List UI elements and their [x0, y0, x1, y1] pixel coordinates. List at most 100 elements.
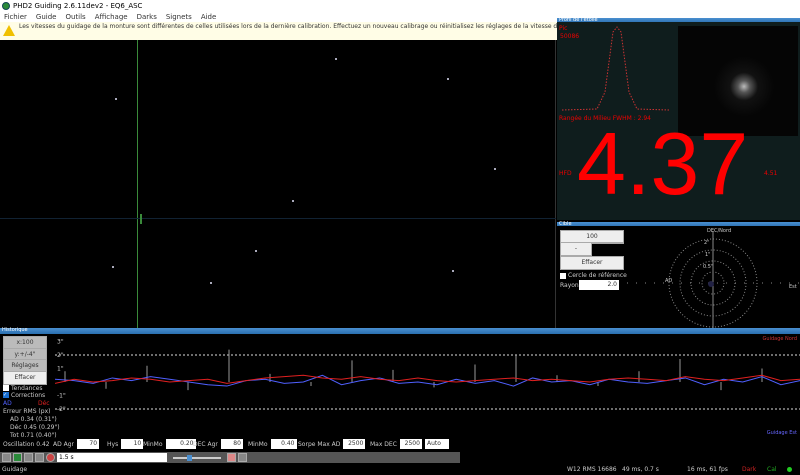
ra-minmo-control: MinMo 0.20 [143, 439, 196, 449]
axis-ra-label: AD [665, 278, 673, 284]
ctrl-label: DEC Agr [193, 440, 218, 448]
max-ra-control: Sorpe Max AD 2500 [298, 439, 366, 449]
star [115, 98, 117, 100]
loop-icon[interactable] [35, 453, 44, 462]
hfd-value: 4.37 [577, 114, 749, 213]
legend-ra: AD [3, 400, 12, 407]
scale-label: 2" [704, 240, 710, 246]
rms-dec: Déc 0.45 (0.29") [10, 424, 60, 431]
target-plot [627, 231, 800, 328]
warning-icon [3, 25, 15, 36]
star [494, 168, 496, 170]
guide-north-label: Guidage Nord [762, 336, 797, 342]
corrections-checkbox[interactable]: ✓ Corrections [3, 392, 45, 399]
clear-history-button[interactable]: Effacer [3, 371, 47, 385]
ctrl-label: MinMo [248, 440, 268, 448]
dec-minmo-spinner[interactable]: 0.40 [270, 439, 297, 449]
menu-view[interactable]: Affichage [95, 13, 128, 21]
gamma-slider[interactable] [173, 454, 221, 461]
hys-control: Hys 10 [107, 439, 144, 449]
rms-total: Tot 0.71 (0.40") [10, 432, 57, 439]
snr-value: 4.51 [764, 170, 778, 177]
zoom-out-button[interactable]: - [560, 242, 592, 256]
star [112, 266, 114, 268]
dec-mode-value[interactable]: Auto [425, 439, 449, 449]
use-mount-icon[interactable] [2, 453, 11, 462]
ra-minmo-spinner[interactable]: 0.20 [165, 439, 196, 449]
title-bar: PHD2 Guiding 2.6.11dev2 - EQ6_ASC [0, 0, 800, 12]
ctrl-label: Sorpe Max AD [298, 440, 341, 448]
trendlines-label: Tendances [11, 385, 43, 392]
guide-star-marker [140, 214, 142, 224]
rms-label: Erreur RMS (px) [3, 408, 51, 415]
auto-select-star-icon[interactable] [24, 453, 33, 462]
status-left: Guidage [2, 465, 28, 473]
y-tick-label: 2" [57, 352, 64, 359]
camera-view[interactable] [0, 40, 556, 328]
connection-indicator-icon [787, 466, 792, 472]
scale-label: 1" [705, 252, 711, 258]
zoom-in-button[interactable] [592, 242, 624, 244]
checkbox-box[interactable] [560, 272, 566, 279]
status-fps: 16 ms, 61 fps [687, 465, 728, 473]
menu-file[interactable]: Fichier [4, 13, 27, 21]
menu-darks[interactable]: Darks [137, 13, 157, 21]
exposure-select[interactable]: 1.5 s [57, 453, 167, 462]
status-timing: 49 ms, 0.7 s [622, 465, 659, 473]
clear-target-button[interactable]: Effacer [560, 256, 624, 270]
star [255, 250, 257, 252]
dec-aggr-spinner[interactable]: 80 [220, 439, 243, 449]
connect-gear-icon[interactable] [13, 453, 22, 462]
menu-bookmarks[interactable]: Signets [166, 13, 192, 21]
rms-ra: AD 0.34 (0.31") [10, 416, 57, 423]
star [335, 58, 337, 60]
stop-icon[interactable] [46, 453, 55, 462]
menu-tools[interactable]: Outils [65, 13, 85, 21]
ctrl-label: Hys [107, 440, 119, 448]
crosshair-vertical [137, 40, 138, 328]
dec-mode-select[interactable]: Auto [425, 439, 449, 449]
app-icon [2, 2, 10, 10]
window-title: PHD2 Guiding 2.6.11dev2 - EQ6_ASC [13, 2, 143, 10]
y-tick-label: -2" [57, 406, 66, 413]
menu-guide[interactable]: Guide [36, 13, 57, 21]
max-dec-spinner[interactable]: 2500 [399, 439, 422, 449]
ref-circle-checkbox[interactable]: Cercle de référence [560, 272, 627, 279]
hys-spinner[interactable]: 10 [121, 439, 144, 449]
history-graph: 3" 2" 1" -1" -2" [55, 339, 800, 413]
crosshair-horizontal [0, 218, 556, 219]
y-tick-label: 3" [57, 339, 64, 346]
y-tick-label: 1" [57, 366, 64, 373]
legend-dec: Déc [38, 400, 50, 407]
star [447, 78, 449, 80]
star-profile-panel: Pic 50086 Rangée du Milieu FWHM : 2.94 H… [557, 22, 800, 220]
dec-minmo-control: MinMo 0.40 [248, 439, 297, 449]
cam-settings-icon[interactable] [238, 453, 247, 462]
menu-help[interactable]: Aide [201, 13, 216, 21]
scale-label: 0.5" [703, 264, 714, 270]
ref-circle-label: Cercle de référence [568, 272, 627, 279]
corrections-label: Corrections [11, 392, 46, 399]
history-panel: x:100 y:+/-4" Réglages Effacer Tendances… [0, 334, 800, 452]
status-dark: Dark [742, 465, 757, 473]
max-dec-control: Max DEC 2500 [370, 439, 422, 449]
status-cam: W12 RMS 16686 [567, 465, 617, 473]
hfd-label: HFD [559, 170, 572, 177]
star [210, 282, 212, 284]
axis-dec-label: DEC/Nord [707, 228, 732, 234]
ctrl-label: Max DEC [370, 440, 397, 448]
brain-icon[interactable] [227, 453, 236, 462]
ra-aggr-control: AD Agr 70 [53, 439, 100, 449]
target-panel: 100 - Effacer Cercle de référence Rayons… [557, 226, 800, 328]
ra-aggr-spinner[interactable]: 70 [77, 439, 100, 449]
toolbar: 1.5 s [0, 452, 460, 463]
dec-aggr-control: DEC Agr 80 [193, 439, 243, 449]
star [292, 200, 294, 202]
trendlines-checkbox[interactable]: Tendances [3, 385, 43, 392]
ctrl-label: MinMo [143, 440, 163, 448]
radius-spinner[interactable]: 2.0 [579, 280, 619, 290]
status-bar: Guidage W12 RMS 16686 49 ms, 0.7 s 16 ms… [0, 463, 800, 475]
max-ra-spinner[interactable]: 2500 [343, 439, 366, 449]
status-cal: Cal [767, 465, 777, 473]
star [452, 270, 454, 272]
